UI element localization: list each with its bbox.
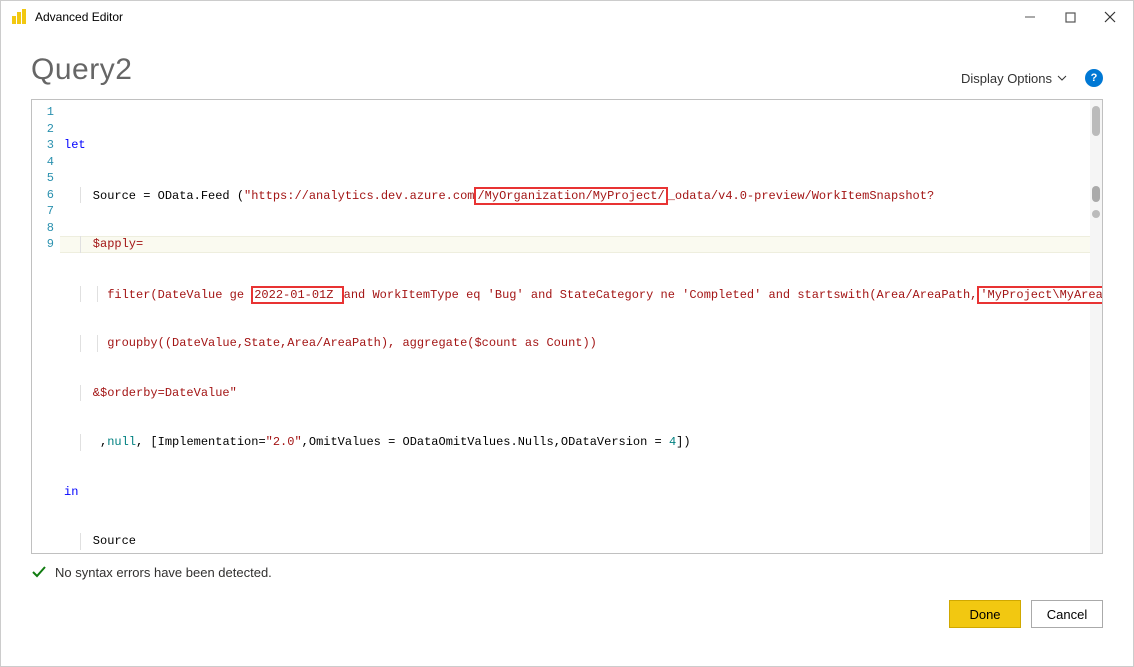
- line-number: 1: [32, 104, 54, 121]
- status-message: No syntax errors have been detected.: [55, 565, 272, 580]
- code-area[interactable]: let Source = OData.Feed ("https://analyt…: [60, 100, 1102, 553]
- line-number: 8: [32, 220, 54, 237]
- code-editor[interactable]: 1 2 3 4 5 6 7 8 9 let Source = OData.Fee…: [31, 99, 1103, 554]
- header: Query2 Display Options ?: [1, 33, 1133, 99]
- code-token: and WorkItemType eq 'Bug' and StateCateg…: [344, 288, 978, 302]
- line-number: 5: [32, 170, 54, 187]
- help-button[interactable]: ?: [1085, 69, 1103, 87]
- scroll-marker: [1092, 210, 1100, 218]
- code-line: groupby((DateValue,State,Area/AreaPath),…: [64, 335, 1098, 352]
- code-line: let: [64, 137, 1098, 154]
- code-token: ,: [64, 435, 107, 449]
- code-token: &$orderby=DateValue": [64, 386, 237, 400]
- cancel-button[interactable]: Cancel: [1031, 600, 1103, 628]
- code-token: "2.0": [266, 435, 302, 449]
- query-title: Query2: [31, 53, 132, 87]
- line-number: 7: [32, 203, 54, 220]
- close-button[interactable]: [1101, 8, 1119, 26]
- code-line: &$orderby=DateValue": [64, 385, 1098, 402]
- line-number: 9: [32, 236, 54, 253]
- done-button[interactable]: Done: [949, 600, 1021, 628]
- display-options-dropdown[interactable]: Display Options: [961, 71, 1067, 86]
- code-token: , [Implementation=: [136, 435, 266, 449]
- window-title: Advanced Editor: [35, 10, 1021, 24]
- app-icon: [11, 9, 27, 25]
- window-controls: [1021, 8, 1125, 26]
- code-line: $apply=: [64, 236, 1098, 253]
- code-token: filter(DateValue ge: [64, 288, 251, 302]
- code-token: Source: [64, 534, 136, 548]
- code-token: "https://analytics.dev.azure.com: [244, 189, 474, 203]
- code-token: ]): [676, 435, 690, 449]
- code-token: let: [64, 138, 86, 152]
- maximize-button[interactable]: [1061, 8, 1079, 26]
- line-number: 2: [32, 121, 54, 138]
- annotation-highlight: 2022-01-01Z: [251, 286, 343, 304]
- code-token: $apply=: [64, 237, 143, 251]
- code-token: _odata/v4.0-preview/WorkItemSnapshot?: [668, 189, 934, 203]
- code-token: groupby((DateValue,State,Area/AreaPath),…: [64, 336, 597, 350]
- annotation-highlight: 'MyProject\MyAreaPath'))/: [977, 286, 1102, 304]
- scroll-marker: [1092, 106, 1100, 136]
- help-icon-label: ?: [1091, 72, 1098, 84]
- code-token: in: [64, 485, 78, 499]
- chevron-down-icon: [1057, 75, 1067, 81]
- code-token: null: [107, 435, 136, 449]
- code-line: Source: [64, 533, 1098, 550]
- line-number: 6: [32, 187, 54, 204]
- footer: Done Cancel: [1, 590, 1133, 628]
- scroll-marker: [1092, 186, 1100, 202]
- titlebar: Advanced Editor: [1, 1, 1133, 33]
- header-right: Display Options ?: [961, 69, 1103, 87]
- scroll-track[interactable]: [1090, 100, 1102, 553]
- line-number: 3: [32, 137, 54, 154]
- code-token: ,OmitValues = ODataOmitValues.Nulls,ODat…: [302, 435, 669, 449]
- status-bar: No syntax errors have been detected.: [1, 554, 1133, 590]
- code-line: Source = OData.Feed ("https://analytics.…: [64, 187, 1098, 204]
- minimize-button[interactable]: [1021, 8, 1039, 26]
- check-icon: [31, 564, 47, 580]
- annotation-highlight: /MyOrganization/MyProject/: [474, 187, 667, 205]
- code-line: filter(DateValue ge 2022-01-01Z and Work…: [64, 286, 1098, 303]
- code-line: in: [64, 484, 1098, 501]
- code-token: Source = OData.Feed (: [64, 189, 244, 203]
- line-number: 4: [32, 154, 54, 171]
- display-options-label: Display Options: [961, 71, 1052, 86]
- line-gutter: 1 2 3 4 5 6 7 8 9: [32, 100, 60, 553]
- code-line: ,null, [Implementation="2.0",OmitValues …: [64, 434, 1098, 451]
